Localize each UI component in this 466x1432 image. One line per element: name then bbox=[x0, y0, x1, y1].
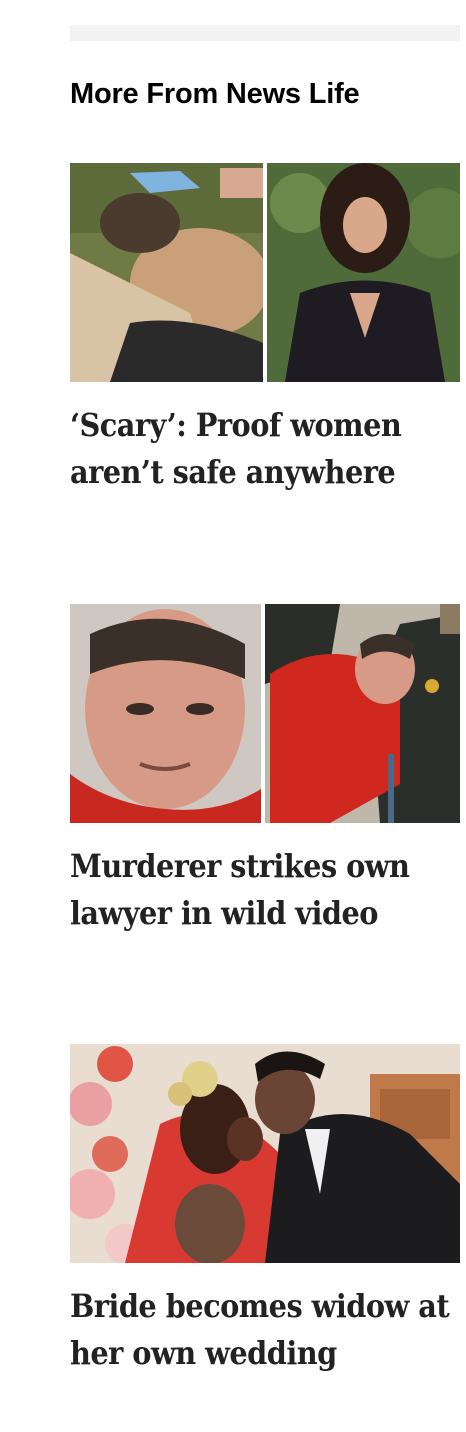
article-card-2[interactable]: Murderer strikes own lawyer in wild vide… bbox=[70, 604, 460, 937]
top-divider-bar bbox=[70, 25, 460, 41]
article-2-image[interactable] bbox=[70, 604, 460, 823]
article-1-image[interactable] bbox=[70, 163, 460, 382]
article-card-3[interactable]: Bride becomes widow at her own wedding bbox=[70, 1044, 460, 1377]
article-card-1[interactable]: ‘Scary’: Proof women aren’t safe anywher… bbox=[70, 163, 460, 496]
section-title: More From News Life bbox=[70, 78, 360, 110]
article-2-headline[interactable]: Murderer strikes own lawyer in wild vide… bbox=[70, 823, 457, 937]
article-3-headline[interactable]: Bride becomes widow at her own wedding bbox=[70, 1263, 457, 1377]
article-3-image[interactable] bbox=[70, 1044, 460, 1263]
article-1-headline[interactable]: ‘Scary’: Proof women aren’t safe anywher… bbox=[70, 382, 457, 496]
